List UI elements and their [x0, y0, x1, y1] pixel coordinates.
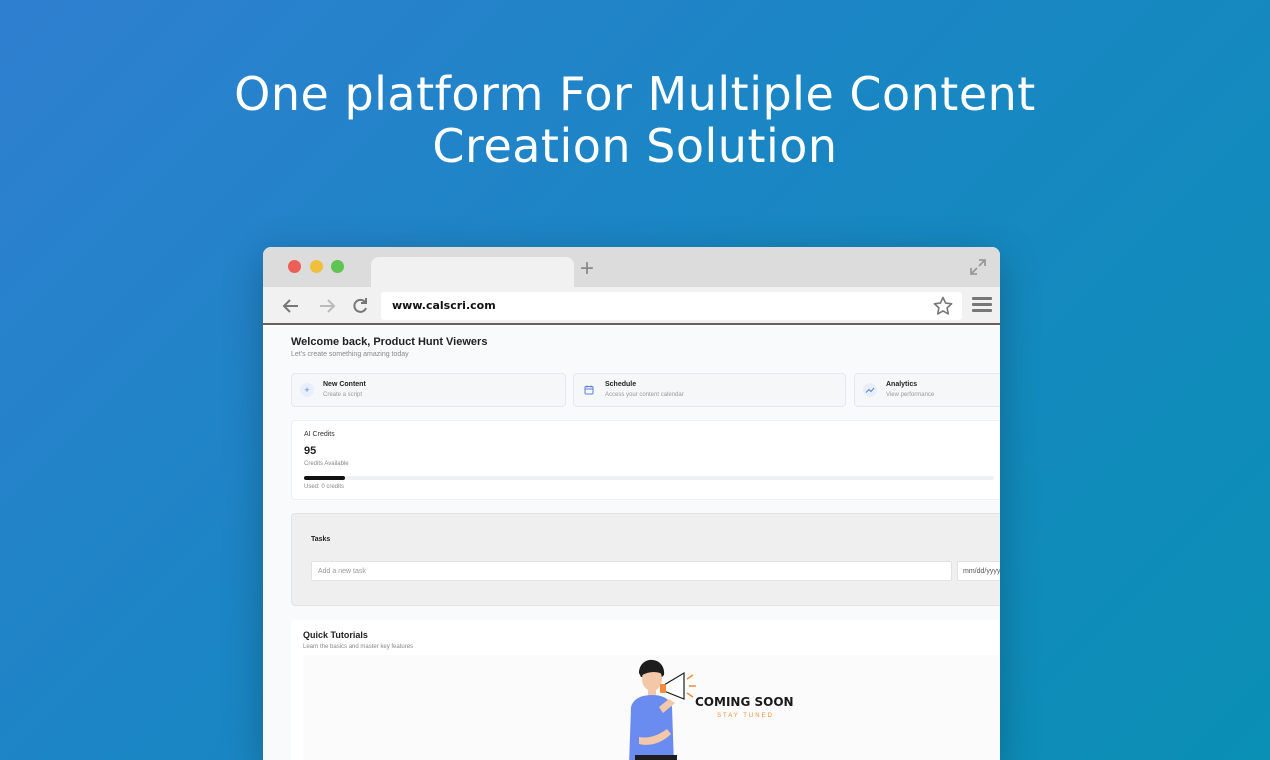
tasks-card: Tasks Add a new task mm/dd/yyyy	[291, 513, 1000, 606]
forward-arrow-icon[interactable]	[316, 295, 338, 317]
new-task-input[interactable]: Add a new task	[311, 561, 952, 581]
ai-credits-label: AI Credits	[304, 431, 335, 438]
welcome-heading: Welcome back, Product Hunt Viewers	[291, 336, 488, 348]
credits-progress-fill	[304, 476, 346, 480]
back-arrow-icon[interactable]	[280, 295, 302, 317]
stay-tuned-text: STAY TUNED	[717, 713, 774, 719]
megaphone-person-illustration	[629, 659, 696, 760]
schedule-title: Schedule	[605, 381, 637, 388]
welcome-subtitle: Let's create something amazing today	[291, 351, 409, 358]
bookmark-star-icon[interactable]	[932, 295, 954, 317]
url-text: www.calscri.com	[392, 299, 496, 312]
hero-title-line-1: One platform For Multiple Content	[234, 67, 1036, 121]
new-content-title: New Content	[323, 381, 366, 388]
new-tab-button[interactable]: +	[580, 257, 594, 281]
plus-icon: +	[300, 383, 314, 397]
credits-progress-bar	[304, 476, 994, 480]
credits-used-text: Used: 0 credits	[304, 484, 345, 490]
close-window-button[interactable]	[288, 260, 301, 273]
hero-title-line-2: Creation Solution	[432, 119, 838, 173]
maximize-window-button[interactable]	[331, 260, 344, 273]
browser-tab-bar: +	[263, 247, 1000, 287]
schedule-card[interactable]: Schedule Access your content calendar	[573, 373, 846, 407]
trending-icon	[863, 383, 877, 397]
dashboard-page: Welcome back, Product Hunt Viewers Let's…	[263, 327, 1000, 760]
analytics-subtitle: View performance	[886, 392, 935, 398]
analytics-title: Analytics	[886, 381, 918, 388]
ai-credits-subtitle: Credits Available	[304, 461, 349, 467]
browser-window: + www.calscri.com Welcome back, Product …	[263, 247, 1000, 760]
tasks-title: Tasks	[311, 536, 331, 543]
calendar-icon	[584, 385, 594, 395]
browser-tab[interactable]	[371, 257, 574, 287]
browser-toolbar: www.calscri.com	[263, 287, 1000, 325]
reload-icon[interactable]	[349, 295, 371, 317]
tutorials-subtitle: Learn the basics and master key features	[303, 644, 414, 650]
expand-icon[interactable]	[968, 257, 988, 277]
ai-credits-card: AI Credits 95 Credits Available Used: 0 …	[291, 420, 1000, 500]
new-content-card[interactable]: + New Content Create a script	[291, 373, 566, 407]
analytics-card[interactable]: Analytics View performance	[854, 373, 1000, 407]
ai-credits-value: 95	[304, 445, 317, 457]
hero-title: One platform For Multiple Content Creati…	[0, 68, 1270, 172]
task-date-input[interactable]: mm/dd/yyyy	[957, 561, 1000, 581]
new-content-subtitle: Create a script	[323, 392, 363, 398]
schedule-subtitle: Access your content calendar	[605, 392, 684, 398]
browser-menu-icon[interactable]	[972, 297, 992, 315]
address-bar[interactable]: www.calscri.com	[381, 292, 962, 320]
minimize-window-button[interactable]	[310, 260, 323, 273]
quick-tutorials-card: Quick Tutorials Learn the basics and mas…	[291, 620, 1000, 760]
coming-soon-text: COMING SOON	[695, 695, 794, 709]
tutorials-title: Quick Tutorials	[303, 630, 368, 640]
